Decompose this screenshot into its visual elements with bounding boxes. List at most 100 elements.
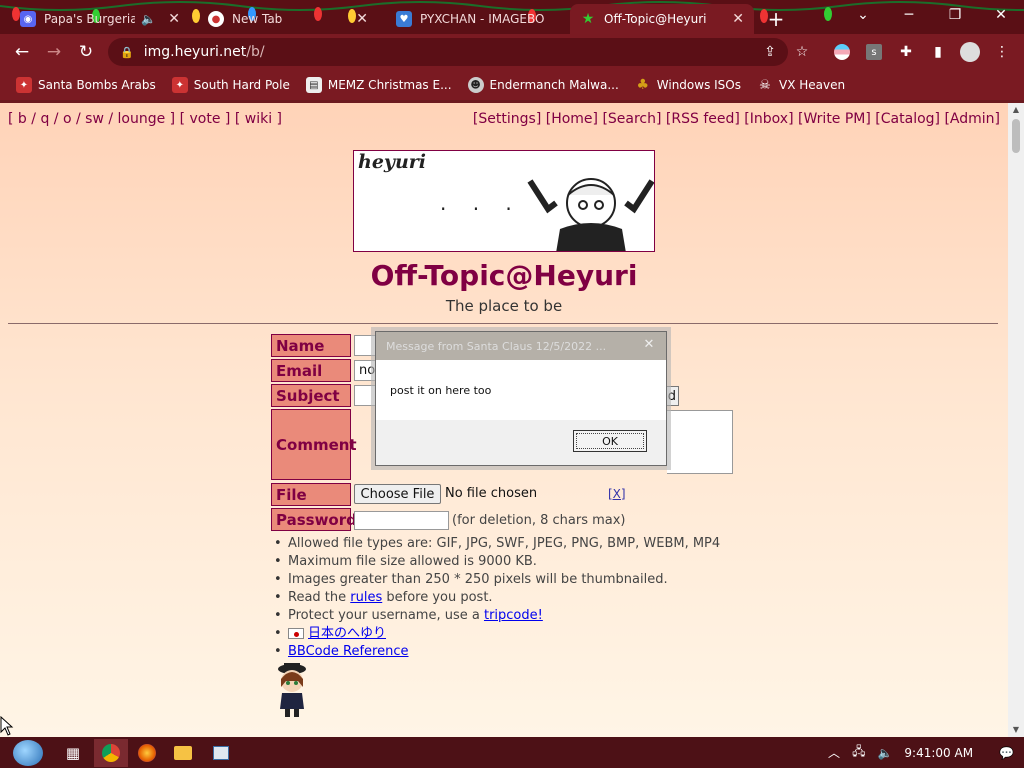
close-icon[interactable]: ✕ [640,337,658,353]
bookmark-label: Santa Bombs Arabs [38,78,156,92]
share-icon[interactable]: ⇪ [760,42,780,62]
tab-title: Off-Topic@Heyuri [604,12,707,26]
bbcode-reference-link[interactable]: BBCode Reference [288,644,409,659]
tab-pyxchan[interactable]: ♥ PYXCHAN - IMAGEBO [386,4,566,34]
list-item: Images greater than 250 * 250 pixels wil… [274,571,720,589]
board-link-o[interactable]: o [63,111,72,127]
bookmark-item[interactable]: ☻ Endermanch Malwa... [467,77,619,93]
firefox-taskbar-icon[interactable] [130,739,164,767]
tree-icon: ♣ [636,77,650,93]
clock-time[interactable]: 9:41:00 AM [904,746,973,760]
mute-icon[interactable]: 🔈 [141,12,156,26]
back-button[interactable]: ← [10,40,34,64]
task-view-icon[interactable]: ▦ [56,739,90,767]
subject-label: Subject [271,384,351,407]
bookmark-star-icon[interactable]: ☆ [792,42,812,62]
board-link-q[interactable]: q [40,111,49,127]
profile-avatar-icon[interactable] [960,42,980,62]
start-button[interactable] [8,739,48,767]
extensions-puzzle-icon[interactable]: ✚ [896,42,916,62]
bookmark-item[interactable]: ☠ VX Heaven [757,77,845,93]
tab-title: New Tab [232,12,283,26]
close-icon[interactable]: ✕ [168,11,180,27]
name-label: Name [271,334,351,357]
dialog-message: post it on here too [376,360,666,420]
extension-flag-icon[interactable] [832,42,852,62]
chevron-up-icon[interactable]: ︿ [828,744,840,761]
search-link[interactable]: Search [608,111,656,127]
settings-link[interactable]: Settings [478,111,535,127]
divider [8,323,998,324]
admin-link[interactable]: Admin [950,111,995,127]
chrome-taskbar-icon[interactable] [94,739,128,767]
new-tab-button[interactable]: + [762,4,790,34]
japanese-heyuri-link[interactable]: 日本のへゆり [308,626,386,641]
page-scrollbar[interactable]: ▲ ▼ [1008,103,1024,737]
inbox-link[interactable]: Inbox [750,111,788,127]
rule-text: Read the [288,590,351,605]
close-icon[interactable]: ✕ [356,11,368,27]
tripcode-link[interactable]: tripcode! [484,608,543,623]
alert-dialog: Message from Santa Claus 12/5/2022 ... ✕… [375,331,667,466]
board-navigation: [ b / q / o / sw / lounge ] [ vote ] [ w… [8,111,283,127]
home-link[interactable]: Home [551,111,592,127]
bookmark-item[interactable]: ✦ Santa Bombs Arabs [16,77,156,93]
tab-title: Papa's Burgeria | C [44,12,136,26]
file-clear-link[interactable]: [X] [608,487,626,501]
board-link-b[interactable]: b [18,111,27,127]
board-link-lounge[interactable]: lounge [118,111,166,127]
password-input[interactable] [354,511,449,530]
choose-file-button[interactable]: Choose File [354,484,441,504]
bookmark-item[interactable]: ✦ South Hard Pole [171,77,290,93]
posting-rules-list: Allowed file types are: GIF, JPG, SWF, J… [274,535,720,661]
file-label: File [271,483,351,506]
board-link-sw[interactable]: sw [85,111,104,127]
tab-papas-burgeria[interactable]: ◉ Papa's Burgeria | C 🔈 ✕ [10,4,190,34]
system-tray: ︿ 🖧 🔈 9:41:00 AM 💬 [828,737,1014,768]
close-icon[interactable]: ✕ [732,11,744,27]
comment-textarea[interactable] [667,410,733,474]
menu-kebab-icon[interactable]: ⋮ [992,42,1012,62]
list-item: Protect your username, use a tripcode! [274,607,720,625]
bookmark-item[interactable]: ♣ Windows ISOs [635,77,741,93]
forward-button[interactable]: → [42,40,66,64]
star-icon: ★ [581,11,595,27]
file-explorer-icon[interactable] [166,739,200,767]
tab-off-topic-heyuri[interactable]: ★ Off-Topic@Heyuri ✕ [570,4,754,34]
rss-feed-link[interactable]: RSS feed [671,111,734,127]
no-file-chosen-text: No file chosen [445,486,538,501]
lock-icon[interactable]: 🔒 [120,46,134,59]
catalog-link[interactable]: Catalog [881,111,935,127]
board-link-vote[interactable]: vote [190,111,221,127]
ok-button[interactable]: OK [573,430,647,452]
url-path: /b/ [246,44,265,60]
enderman-icon: ☻ [467,77,484,93]
rules-link[interactable]: rules [350,590,382,605]
side-panel-icon[interactable]: ▮ [928,42,948,62]
scroll-up-arrow-icon[interactable]: ▲ [1011,105,1021,115]
tab-search-button[interactable]: ⌄ [840,0,886,30]
dialog-title: Message from Santa Claus 12/5/2022 ... [376,332,666,360]
app-window-icon[interactable] [204,739,238,767]
close-window-button[interactable]: ✕ [978,0,1024,30]
chrome-icon: ● [208,11,224,27]
volume-icon[interactable]: 🔈 [877,746,892,760]
japan-flag-icon [288,628,304,639]
minimize-button[interactable]: ─ [886,0,932,30]
notifications-icon[interactable]: 💬 [999,746,1014,760]
network-icon[interactable]: 🖧 [852,742,865,763]
extension-s-icon[interactable]: s [864,42,884,62]
bookmark-label: MEMZ Christmas E... [327,78,452,92]
reload-button[interactable]: ↻ [74,40,98,64]
bookmark-item[interactable]: ▤ MEMZ Christmas E... [305,77,452,93]
bookmark-label: Endermanch Malwa... [489,78,619,92]
scrollbar-thumb[interactable] [1012,119,1020,153]
board-banner[interactable]: heyuri . . . [353,150,655,252]
scroll-down-arrow-icon[interactable]: ▼ [1011,725,1021,735]
tab-new-tab[interactable]: ● New Tab ✕ [198,4,378,34]
bookmarks-bar: ✦ Santa Bombs Arabs ✦ South Hard Pole ▤ … [0,70,1024,100]
write-pm-link[interactable]: Write PM [803,111,865,127]
board-link-wiki[interactable]: wiki [245,111,272,127]
address-bar[interactable]: 🔒 img.heyuri.net/b/ [108,38,788,66]
restore-button[interactable]: ❐ [932,0,978,30]
